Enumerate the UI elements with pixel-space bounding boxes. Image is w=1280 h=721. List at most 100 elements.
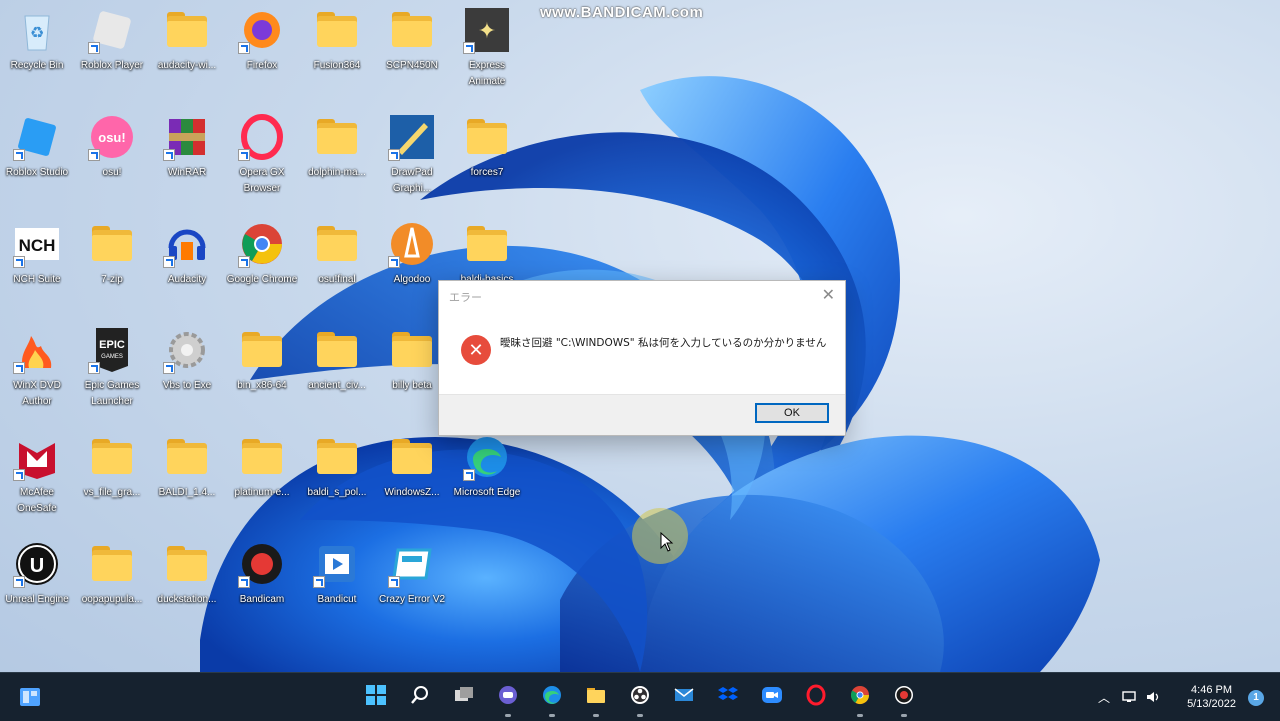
error-dialog[interactable]: エラー ✕ ✕ 曖昧さ回避 "C:\WINDOWS" 私は何を入力しているのか分…	[438, 280, 846, 436]
desktop-icon-label: Google Chrome	[226, 274, 298, 285]
edge-icon	[463, 433, 511, 481]
desktop-icon[interactable]: Firefox	[226, 0, 298, 100]
express-animate-icon: ✦	[463, 6, 511, 54]
opera-icon	[805, 684, 827, 711]
task-view-icon	[453, 684, 475, 711]
taskbar-zoom-button[interactable]	[756, 681, 788, 713]
desktop-icon[interactable]: Bandicam	[226, 534, 298, 634]
desktop-icon[interactable]: WinRAR	[151, 107, 223, 207]
taskbar-obs-button[interactable]	[624, 681, 656, 717]
desktop-icon-label: baldi_s_pol...	[307, 487, 367, 498]
folder-icon	[313, 326, 361, 374]
desktop-icon-label: ancient_civ...	[308, 380, 366, 391]
shortcut-arrow-icon	[463, 42, 475, 54]
shortcut-arrow-icon	[388, 576, 400, 588]
desktop-icon[interactable]: oopapupula...	[76, 534, 148, 634]
taskbar-file-explorer-button[interactable]	[580, 681, 612, 717]
chevron-up-icon[interactable]: ︿	[1098, 689, 1110, 706]
taskbar-search-button[interactable]	[404, 681, 436, 713]
widgets-icon[interactable]	[14, 681, 46, 713]
desktop-icon[interactable]: Roblox Player	[76, 0, 148, 100]
crazy-error-icon	[388, 540, 436, 588]
desktop-icon[interactable]: ✦ Express Animate	[451, 0, 523, 100]
desktop-icon-label: Crazy Error V2	[378, 594, 446, 605]
desktop-icon-label: bin_x86-64	[237, 380, 287, 391]
audacity-icon	[163, 220, 211, 268]
desktop-icon[interactable]: WinX DVD Author	[1, 320, 73, 420]
running-indicator	[901, 714, 907, 717]
desktop-icon[interactable]: baldi_s_pol...	[301, 427, 373, 527]
desktop-icon[interactable]: dolphin-ma...	[301, 107, 373, 207]
desktop-icon[interactable]: U Unreal Engine	[1, 534, 73, 634]
desktop-icon[interactable]: Vbs to Exe	[151, 320, 223, 420]
desktop-icon[interactable]: forces7	[451, 107, 523, 207]
desktop-icon[interactable]: audacity-wi...	[151, 0, 223, 100]
desktop-icon[interactable]: vs_file_gra...	[76, 427, 148, 527]
desktop-icon[interactable]: McAfee OneSafe	[1, 427, 73, 527]
chrome-icon	[238, 220, 286, 268]
winx-dvd-icon	[13, 326, 61, 374]
start-icon	[365, 684, 387, 711]
folder-icon	[88, 433, 136, 481]
desktop-icon[interactable]: duckstation...	[151, 534, 223, 634]
taskbar-bandicam-button[interactable]	[888, 681, 920, 717]
desktop-icon[interactable]: Bandicut	[301, 534, 373, 634]
close-icon[interactable]: ✕	[822, 285, 835, 305]
desktop-icon-label: WinX DVD Author	[13, 380, 61, 407]
running-indicator	[637, 714, 643, 717]
desktop-icon[interactable]: Audacity	[151, 214, 223, 314]
notification-badge[interactable]: 1	[1248, 690, 1264, 706]
taskbar-mail-button[interactable]	[668, 681, 700, 713]
desktop-icon[interactable]: SCPN450N	[376, 0, 448, 100]
volume-icon[interactable]	[1146, 690, 1162, 704]
folder-icon	[313, 220, 361, 268]
taskbar-dropbox-button[interactable]	[712, 681, 744, 713]
desktop-icon[interactable]: ancient_civ...	[301, 320, 373, 420]
desktop-icon[interactable]: BALDI_1.4...	[151, 427, 223, 527]
desktop-icon[interactable]: NCH NCH Suite	[1, 214, 73, 314]
desktop-icon-label: DrawPad Graphi...	[391, 167, 433, 194]
desktop-icon[interactable]: platinum-e...	[226, 427, 298, 527]
chat-icon	[497, 684, 519, 711]
clock[interactable]: 4:46 PM 5/13/2022	[1187, 683, 1236, 711]
desktop-icon[interactable]: Opera GX Browser	[226, 107, 298, 207]
unreal-engine-icon: U	[13, 540, 61, 588]
desktop-icon[interactable]: ♻ Recycle Bin	[1, 0, 73, 100]
desktop-icon[interactable]: Microsoft Edge	[451, 427, 523, 527]
desktop-icon[interactable]: Crazy Error V2	[376, 534, 448, 634]
folder-icon	[313, 433, 361, 481]
taskbar-chrome-button[interactable]	[844, 681, 876, 717]
shortcut-arrow-icon	[13, 256, 25, 268]
desktop-icon[interactable]: Roblox Studio	[1, 107, 73, 207]
ok-button[interactable]: OK	[755, 403, 829, 423]
desktop-icon[interactable]: Fusion364	[301, 0, 373, 100]
svg-text:U: U	[30, 555, 44, 577]
shortcut-arrow-icon	[388, 256, 400, 268]
desktop-icon-label: forces7	[470, 167, 504, 178]
desktop-icon-label: dolphin-ma...	[308, 167, 366, 178]
taskbar-chat-button[interactable]	[492, 681, 524, 717]
network-icon[interactable]	[1122, 690, 1138, 704]
desktop-icon-label: Recycle Bin	[10, 60, 64, 71]
folder-icon	[88, 220, 136, 268]
bandicam-icon	[893, 684, 915, 711]
folder-icon	[163, 540, 211, 588]
desktop-icon[interactable]: osu! osu!	[76, 107, 148, 207]
desktop-icon[interactable]: DrawPad Graphi...	[376, 107, 448, 207]
shortcut-arrow-icon	[13, 576, 25, 588]
desktop-icon[interactable]: bin_x86-64	[226, 320, 298, 420]
folder-icon	[388, 6, 436, 54]
desktop-icon[interactable]: WindowsZ...	[376, 427, 448, 527]
desktop-icon[interactable]: osu!final	[301, 214, 373, 314]
taskbar-task-view-button[interactable]	[448, 681, 480, 713]
folder-icon	[313, 6, 361, 54]
desktop-icon-label: osu!	[102, 167, 122, 178]
running-indicator	[505, 714, 511, 717]
desktop-icon-label: Unreal Engine	[5, 594, 69, 605]
taskbar-opera-button[interactable]	[800, 681, 832, 713]
desktop-icon[interactable]: Google Chrome	[226, 214, 298, 314]
taskbar-start-button[interactable]	[360, 681, 392, 713]
desktop-icon[interactable]: EPIC GAMES Epic Games Launcher	[76, 320, 148, 420]
taskbar-edge-button[interactable]	[536, 681, 568, 717]
desktop-icon[interactable]: 7-zip	[76, 214, 148, 314]
